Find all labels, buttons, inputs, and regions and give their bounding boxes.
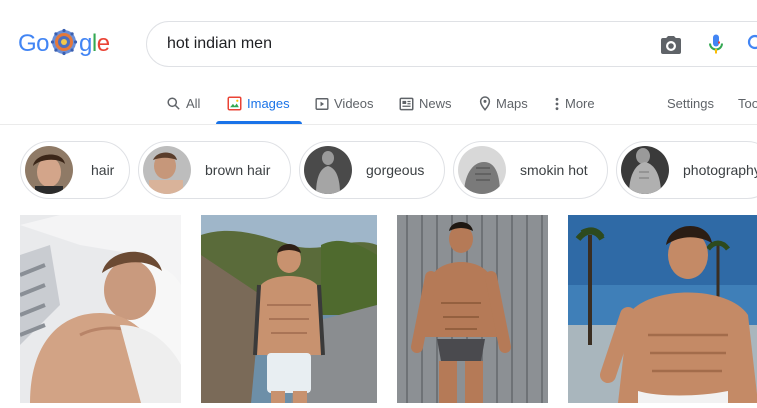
camera-icon[interactable] xyxy=(659,33,683,57)
tab-maps[interactable]: Maps xyxy=(479,83,528,124)
chip-gorgeous[interactable]: gorgeous xyxy=(299,141,445,199)
tools-label: Tools xyxy=(738,96,757,111)
image-result[interactable] xyxy=(397,215,548,403)
chip-label: brown hair xyxy=(205,162,271,178)
tab-videos[interactable]: Videos xyxy=(315,83,374,124)
image-result[interactable] xyxy=(20,215,181,403)
search-icon[interactable] xyxy=(745,32,757,56)
chip-label: gorgeous xyxy=(366,162,425,178)
tab-label: News xyxy=(419,96,452,111)
tab-images[interactable]: Images xyxy=(227,83,290,124)
microphone-icon[interactable] xyxy=(704,32,728,56)
image-icon xyxy=(227,96,242,111)
search-box xyxy=(146,21,757,67)
result-thumbnail xyxy=(568,215,757,403)
tab-all[interactable]: All xyxy=(166,83,200,124)
image-result[interactable] xyxy=(568,215,757,403)
tools-link[interactable]: Tools xyxy=(738,83,757,124)
google-logo[interactable]: Go gle xyxy=(18,28,110,60)
chip-brown-hair[interactable]: brown hair xyxy=(138,141,291,199)
map-pin-icon xyxy=(479,96,491,111)
chip-thumbnail xyxy=(143,146,191,194)
search-tabs: All Images Videos News Maps More Setting… xyxy=(0,83,757,125)
logo-text: Go xyxy=(18,30,50,57)
active-tab-indicator xyxy=(216,121,302,124)
result-thumbnail xyxy=(397,215,548,403)
play-icon xyxy=(315,97,329,110)
doodle-icon xyxy=(50,28,78,56)
chip-thumbnail xyxy=(621,146,669,194)
tab-label: Videos xyxy=(334,96,374,111)
more-vert-icon xyxy=(555,97,559,110)
tab-more[interactable]: More xyxy=(554,83,595,124)
chip-smokin-hot[interactable]: smokin hot xyxy=(453,141,608,199)
result-thumbnail xyxy=(201,215,377,403)
tab-label: More xyxy=(565,96,595,111)
chip-label: photography xyxy=(683,162,757,178)
image-result[interactable] xyxy=(201,215,377,403)
chip-label: hair xyxy=(91,162,115,178)
chip-thumbnail xyxy=(25,146,73,194)
result-thumbnail xyxy=(20,215,181,403)
chip-hair[interactable]: hair xyxy=(20,141,130,199)
tab-label: Images xyxy=(247,96,290,111)
search-input[interactable] xyxy=(167,22,627,66)
chip-label: smokin hot xyxy=(520,162,588,178)
tab-news[interactable]: News xyxy=(399,83,452,124)
chip-photography[interactable]: photography xyxy=(616,141,757,199)
chip-thumbnail xyxy=(458,146,506,194)
chip-thumbnail xyxy=(304,146,352,194)
tab-label: All xyxy=(186,96,201,111)
settings-link[interactable]: Settings xyxy=(667,83,714,124)
search-icon xyxy=(167,97,180,110)
tab-label: Maps xyxy=(496,96,528,111)
newspaper-icon xyxy=(399,97,414,110)
settings-label: Settings xyxy=(667,96,714,111)
